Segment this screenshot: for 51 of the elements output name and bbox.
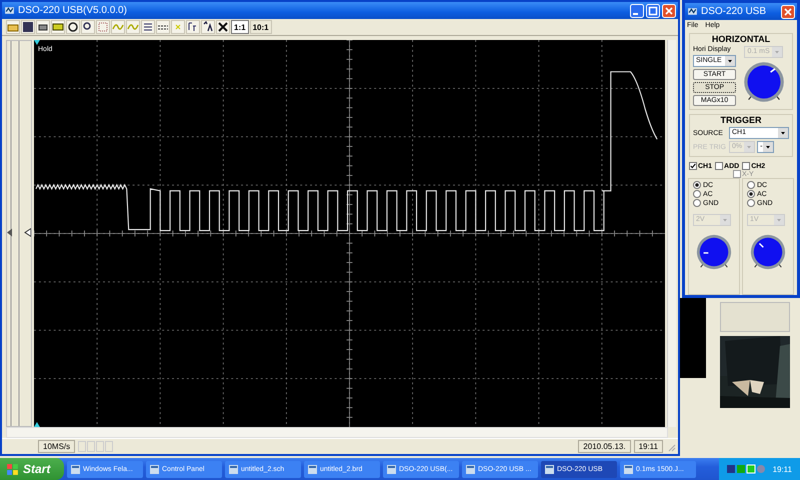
ratio-button[interactable]: 1:1 bbox=[231, 20, 249, 34]
checkbox-icon[interactable] bbox=[733, 170, 741, 178]
window-icon bbox=[229, 464, 238, 474]
maximize-button[interactable] bbox=[646, 4, 660, 18]
window-title: DSO-220 USB(V5.0.0.0) bbox=[18, 5, 127, 16]
window-icon bbox=[466, 464, 475, 474]
resize-grip[interactable] bbox=[666, 442, 676, 452]
open-icon[interactable] bbox=[6, 20, 20, 34]
truck-icon[interactable] bbox=[51, 20, 65, 34]
panel-frame bbox=[720, 302, 790, 332]
caret-icon bbox=[763, 142, 774, 152]
status-date: 2010.05.13. bbox=[578, 440, 631, 453]
windows-flag-icon bbox=[6, 462, 19, 476]
progress-segments bbox=[78, 441, 114, 452]
window-icon bbox=[71, 464, 80, 474]
knob[interactable] bbox=[742, 60, 786, 104]
caret-icon bbox=[744, 142, 754, 152]
window-title: DSO-220 USB bbox=[701, 6, 766, 17]
close-button[interactable] bbox=[781, 4, 795, 18]
status-time: 19:11 bbox=[634, 440, 663, 453]
clock: 19:11 bbox=[772, 464, 792, 474]
menu-icon[interactable] bbox=[141, 20, 155, 34]
caret-icon bbox=[774, 215, 784, 225]
lines-icon[interactable] bbox=[156, 20, 170, 34]
window-icon bbox=[308, 464, 317, 474]
save-icon[interactable] bbox=[21, 20, 35, 34]
print-icon[interactable] bbox=[36, 20, 50, 34]
sample-rate: 10MS/s bbox=[38, 440, 76, 453]
caret-icon bbox=[772, 47, 782, 57]
zoom-icon[interactable] bbox=[81, 20, 95, 34]
caret-icon bbox=[778, 128, 788, 138]
knob[interactable] bbox=[695, 233, 733, 271]
horizontal-scrollbar[interactable] bbox=[6, 427, 668, 438]
knob[interactable] bbox=[749, 233, 787, 271]
ratio-button[interactable]: 10:1 bbox=[250, 20, 272, 34]
caret-icon bbox=[725, 56, 736, 66]
app-icon bbox=[687, 6, 698, 17]
window-icon bbox=[150, 464, 159, 474]
cross-icon[interactable] bbox=[216, 20, 230, 34]
vertical-scrollbar[interactable] bbox=[667, 40, 676, 427]
window-icon bbox=[624, 464, 633, 474]
app-icon bbox=[4, 5, 15, 16]
close-button[interactable] bbox=[662, 4, 676, 18]
window-icon bbox=[387, 464, 396, 474]
stop-icon[interactable] bbox=[66, 20, 80, 34]
group-heading: HORIZONTAL bbox=[710, 34, 772, 44]
minimize-button[interactable] bbox=[630, 4, 644, 18]
caret-icon bbox=[720, 215, 730, 225]
tray-icons[interactable] bbox=[726, 464, 767, 474]
group-heading: TRIGGER bbox=[719, 115, 762, 125]
window-icon bbox=[545, 464, 554, 474]
